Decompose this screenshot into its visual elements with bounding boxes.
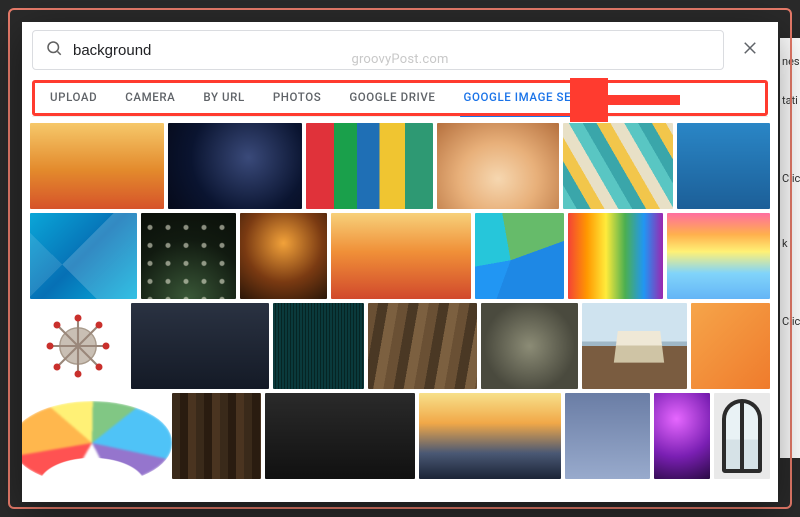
result-thumb[interactable]: [273, 303, 364, 389]
result-thumb[interactable]: [368, 303, 477, 389]
results-row: [30, 213, 770, 299]
results-row: [30, 393, 770, 479]
result-thumb[interactable]: [30, 213, 137, 299]
image-results-gallery: [22, 117, 778, 502]
result-thumb[interactable]: [667, 213, 770, 299]
source-tabs-container: UPLOAD CAMERA BY URL PHOTOS GOOGLE DRIVE…: [32, 80, 768, 117]
tab-google-drive[interactable]: GOOGLE DRIVE: [335, 80, 449, 116]
tab-by-url[interactable]: BY URL: [189, 80, 258, 116]
result-thumb[interactable]: [691, 303, 770, 389]
result-thumb[interactable]: [475, 213, 564, 299]
search-icon: [45, 39, 63, 61]
result-thumb[interactable]: [240, 213, 327, 299]
results-row: [30, 123, 770, 209]
result-thumb[interactable]: [30, 393, 168, 479]
result-thumb[interactable]: [568, 213, 663, 299]
result-thumb[interactable]: [654, 393, 710, 479]
dialog-topbar: [22, 22, 778, 70]
result-thumb[interactable]: [30, 123, 164, 209]
result-thumb[interactable]: [168, 123, 302, 209]
virus-icon: [43, 311, 113, 381]
tab-camera[interactable]: CAMERA: [111, 80, 189, 116]
result-thumb[interactable]: [172, 393, 262, 479]
tab-upload[interactable]: UPLOAD: [36, 80, 111, 116]
result-thumb[interactable]: [331, 213, 471, 299]
search-box[interactable]: [32, 30, 724, 70]
result-thumb[interactable]: [306, 123, 432, 209]
result-thumb[interactable]: [677, 123, 770, 209]
result-thumb[interactable]: [481, 303, 578, 389]
insert-image-dialog: groovyPost.com UPLOAD CAMERA BY: [22, 22, 778, 502]
result-thumb[interactable]: [419, 393, 561, 479]
result-thumb[interactable]: [582, 303, 687, 389]
background-page-fragment: nes tati Clic k Clic: [780, 38, 800, 458]
result-thumb[interactable]: [265, 393, 415, 479]
result-thumb[interactable]: [714, 393, 770, 479]
search-input[interactable]: [73, 42, 711, 59]
result-thumb[interactable]: [563, 123, 673, 209]
close-button[interactable]: [732, 32, 768, 68]
result-thumb[interactable]: [141, 213, 236, 299]
close-icon: [741, 39, 759, 61]
source-tabs: UPLOAD CAMERA BY URL PHOTOS GOOGLE DRIVE…: [32, 80, 768, 117]
results-row: [30, 303, 770, 389]
tab-google-image-search[interactable]: GOOGLE IMAGE SEARCH: [450, 80, 619, 116]
tab-photos[interactable]: PHOTOS: [259, 80, 336, 116]
result-thumb[interactable]: [565, 393, 651, 479]
result-thumb[interactable]: [131, 303, 269, 389]
result-thumb[interactable]: [30, 303, 127, 389]
result-thumb[interactable]: [437, 123, 559, 209]
